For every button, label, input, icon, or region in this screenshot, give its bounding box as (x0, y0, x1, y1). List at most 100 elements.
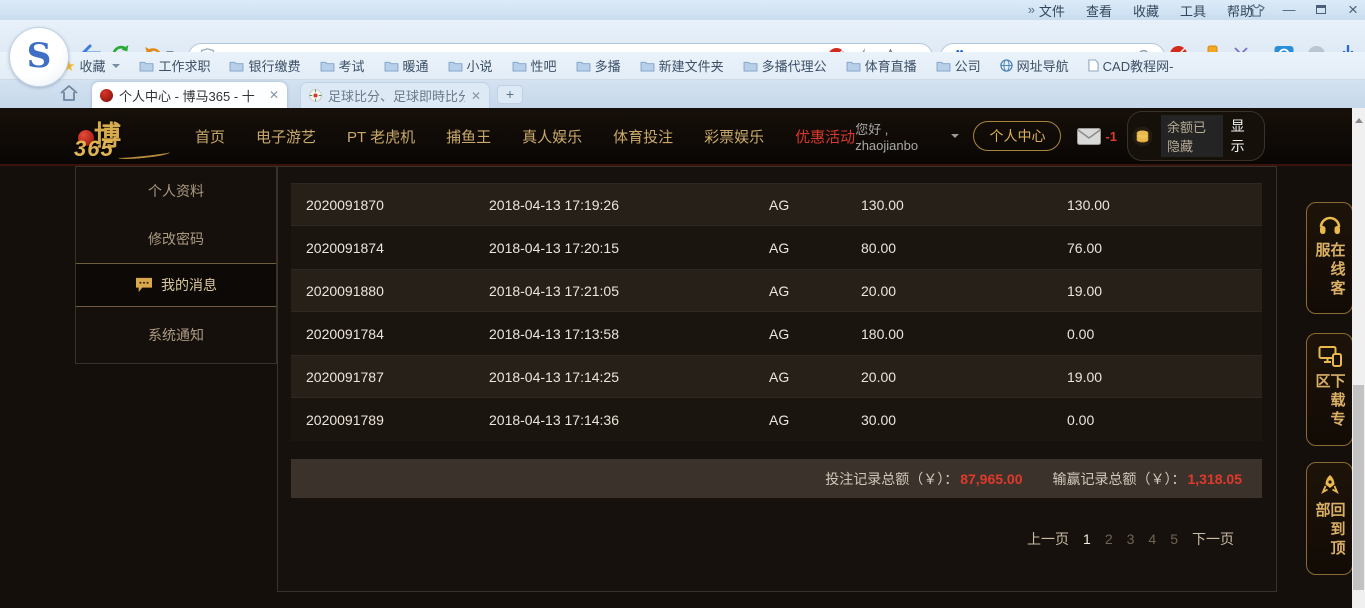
next-page-button[interactable]: 下一页 (1192, 529, 1234, 549)
restore-button[interactable] (1313, 1, 1329, 19)
favorites-caret[interactable] (112, 64, 120, 72)
site-nav-item[interactable]: 彩票娱乐 (704, 126, 764, 147)
platform-cell: AG (769, 369, 861, 385)
site-nav-item[interactable]: 体育投注 (613, 126, 673, 147)
bookmark-folder[interactable]: 多播 (576, 56, 621, 75)
pagination: 上一页 12345 下一页 (1027, 529, 1234, 549)
bookmarks-bar: ★ 收藏 工作求职 银行缴费 考试 暖通 小说性吧多播新建文件夹多播代理公体育直播公司 网… (0, 52, 1365, 80)
site-nav-item[interactable]: 优惠活动 (795, 126, 855, 147)
close-button[interactable]: × (1345, 1, 1361, 19)
totals-bar: 投注记录总额（￥）： 87,965.00 输赢记录总额（￥）： 1,318.05 (291, 459, 1262, 498)
user-dropdown-caret[interactable] (951, 134, 959, 142)
table-row: 20200917842018-04-13 17:13:58AG180.000.0… (291, 312, 1262, 355)
table-row: 20200918802018-04-13 17:21:05AG20.0019.0… (291, 269, 1262, 312)
headset-icon (1318, 214, 1342, 236)
page-number[interactable]: 3 (1127, 531, 1135, 547)
winloss-total-label: 输赢记录总额（￥）： (1053, 469, 1186, 489)
bet-time-cell: 2018-04-13 17:14:25 (489, 369, 769, 385)
bookmark-link[interactable]: 网址导航 (1000, 56, 1069, 75)
minimize-button[interactable]: — (1281, 1, 1297, 19)
skin-shirt-icon[interactable] (1248, 4, 1265, 17)
bookmark-folder[interactable]: 暖通 (384, 56, 429, 75)
site-header: 博 365 首页 电子游艺 PT 老虎机 捕鱼王 真人娱乐 体育投注 彩票娱乐 优惠活动 您好… (0, 108, 1365, 166)
platform-cell: AG (769, 197, 861, 213)
mail-badge: -1 (1105, 129, 1117, 144)
bookmark-folder[interactable]: 新建文件夹 (640, 56, 724, 75)
bookmark-folder[interactable]: 公司 (936, 56, 981, 75)
prev-page-button[interactable]: 上一页 (1027, 529, 1069, 549)
bet-id-cell: 2020091784 (306, 326, 489, 342)
sidebar-item[interactable]: 系统通知 (76, 307, 276, 363)
folder-icon (512, 60, 527, 72)
bet-time-cell: 2018-04-13 17:20:15 (489, 240, 769, 256)
mail-icon[interactable] (1077, 128, 1101, 145)
site-nav-item[interactable]: 捕鱼王 (446, 126, 491, 147)
site-nav-item[interactable]: 真人娱乐 (522, 126, 582, 147)
window-menu-item[interactable]: 查看 (1086, 1, 1112, 20)
sidebar-item[interactable]: 修改密码 (76, 215, 276, 263)
bookmark-label: 小说 (467, 56, 493, 75)
sidebar-item[interactable]: 个人资料 (76, 167, 276, 215)
user-center-button[interactable]: 个人中心 (973, 121, 1061, 151)
bookmark-folder[interactable]: 银行缴费 (229, 56, 300, 75)
tab-personal-center[interactable]: 个人中心 - 博马365 - 十 ✕ (92, 82, 287, 108)
table-row: 20200918742018-04-13 17:20:15AG80.0076.0… (291, 226, 1262, 269)
table-row: 20200917872018-04-13 17:14:25AG20.0019.0… (291, 355, 1262, 398)
download-zone-icon (1318, 345, 1342, 367)
home-icon[interactable] (60, 85, 78, 101)
bookmark-label: 银行缴费 (248, 56, 300, 75)
download-zone-button[interactable]: 下载专区 (1306, 333, 1353, 446)
show-balance-button[interactable]: 显示 (1231, 116, 1252, 156)
bookmark-label: 暖通 (403, 56, 429, 75)
browser-toolbar: S http://www.16866bomago.com/#/my/histor… (0, 20, 1365, 52)
globe-icon (1000, 59, 1013, 72)
bookmark-folder[interactable]: 工作求职 (139, 56, 210, 75)
bookmark-folder[interactable]: 体育直播 (846, 56, 917, 75)
bookmark-folder[interactable]: 性吧 (512, 56, 557, 75)
bookmark-folder[interactable]: 考试 (320, 56, 365, 75)
sidebar-item[interactable]: 我的消息 (76, 263, 276, 307)
page-number[interactable]: 1 (1083, 531, 1091, 547)
back-to-top-button[interactable]: 回到顶部 (1306, 462, 1353, 575)
window-menu-item[interactable]: 工具 (1180, 1, 1206, 20)
bookmark-label: 工作求职 (158, 56, 210, 75)
window-menu-item[interactable]: 文件 (1039, 1, 1065, 20)
page-number[interactable]: 2 (1105, 531, 1113, 547)
folder-icon (320, 60, 335, 72)
folder-icon (139, 60, 154, 72)
table-row: 20200918702018-04-13 17:19:26AG130.00130… (291, 183, 1262, 226)
bet-amount-cell: 30.00 (861, 412, 1067, 428)
floating-button-label: 在线客服 (1315, 242, 1345, 313)
sogou-browser-logo[interactable]: S (9, 27, 69, 87)
window-menu-item[interactable]: 收藏 (1133, 1, 1159, 20)
header-user-area: 您好 , zhaojianbo 个人中心 -1 余额已隐藏 显示 (855, 111, 1265, 161)
speech-bubble-icon (135, 277, 153, 293)
tab-close-icon[interactable]: ✕ (471, 89, 481, 103)
balance-pill[interactable]: 余额已隐藏 显示 (1127, 111, 1265, 161)
floating-button-label: 回到顶部 (1315, 502, 1345, 574)
bookmark-link[interactable]: CAD教程网- (1088, 56, 1174, 75)
bet-time-cell: 2018-04-13 17:19:26 (489, 197, 769, 213)
tab-close-icon[interactable]: ✕ (269, 88, 279, 102)
scrollbar-thumb[interactable] (1353, 385, 1364, 590)
favorites-button[interactable]: ★ 收藏 (62, 56, 120, 75)
page-number[interactable]: 5 (1170, 531, 1178, 547)
site-nav-item[interactable]: 电子游艺 (256, 126, 316, 147)
menu-overflow-chevron[interactable]: » (1028, 2, 1035, 17)
bookmark-folder[interactable]: 多播代理公 (743, 56, 827, 75)
platform-cell: AG (769, 240, 861, 256)
online-service-button[interactable]: 在线客服 (1306, 202, 1353, 314)
scroll-up-arrow-icon[interactable] (1355, 114, 1363, 123)
site-logo[interactable]: 博 365 (66, 114, 186, 162)
page-scrollbar[interactable] (1352, 108, 1365, 608)
page-number[interactable]: 4 (1148, 531, 1156, 547)
site-nav-item[interactable]: 首页 (195, 126, 225, 147)
bookmark-label: 网址导航 (1017, 56, 1069, 75)
site-nav-item[interactable]: PT 老虎机 (347, 126, 415, 147)
tab-football-scores[interactable]: 足球比分、足球即時比分 ✕ (300, 82, 490, 108)
new-tab-button[interactable]: + (497, 85, 523, 104)
table-row: 20200917892018-04-13 17:14:36AG30.000.00 (291, 398, 1262, 441)
bookmark-folder[interactable]: 小说 (448, 56, 493, 75)
back-to-top-icon (1319, 474, 1341, 496)
user-greeting[interactable]: 您好 , zhaojianbo (855, 119, 939, 153)
